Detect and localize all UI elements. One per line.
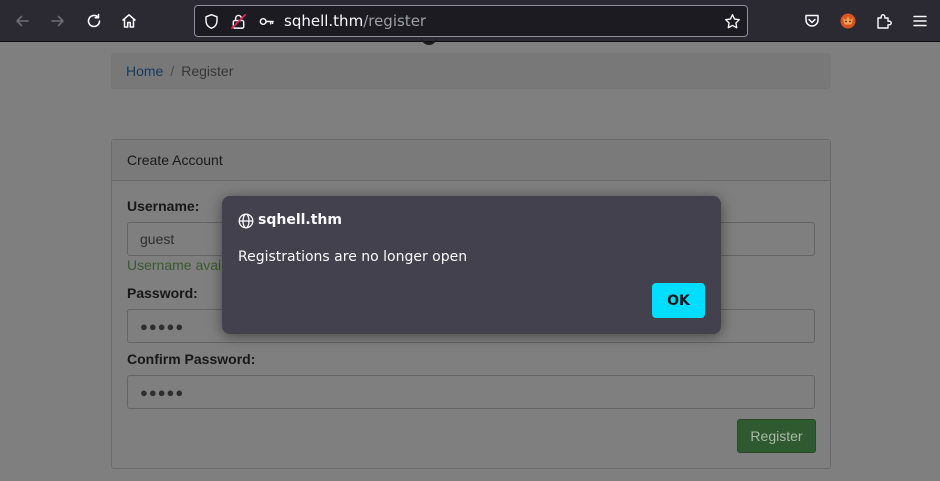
reload-button[interactable] <box>80 7 108 35</box>
panel-title: Create Account <box>112 140 830 181</box>
breadcrumb: Home / Register <box>111 53 831 89</box>
username-value: guest <box>140 231 175 247</box>
password-label: Password: <box>127 285 198 301</box>
url-host: sqhell.thm <box>284 12 364 30</box>
dialog-origin: sqhell.thm <box>258 212 342 228</box>
register-button[interactable]: Register <box>737 419 816 453</box>
url-text[interactable]: sqhell.thm/register <box>284 12 426 31</box>
username-label: Username: <box>127 198 200 214</box>
foxyproxy-extension-button[interactable] <box>834 7 862 35</box>
globe-icon <box>238 213 254 229</box>
arrow-left-icon <box>16 15 29 27</box>
breadcrumb-separator: / <box>170 63 175 79</box>
forward-button[interactable] <box>44 7 72 35</box>
puzzle-piece-icon <box>877 14 892 29</box>
address-bar[interactable]: sqhell.thm/register <box>194 5 748 37</box>
ok-button[interactable]: OK <box>652 283 705 318</box>
username-availability-text: Username avai <box>127 257 222 273</box>
url-path: /register <box>363 12 427 30</box>
insecure-lock-icon[interactable] <box>229 12 247 30</box>
fox-extension-icon <box>840 13 856 29</box>
key-icon[interactable] <box>257 12 275 30</box>
alert-dialog: sqhell.thm Registrations are no longer o… <box>222 196 721 334</box>
app-menu-button[interactable] <box>906 7 934 35</box>
breadcrumb-current: Register <box>181 63 234 79</box>
bookmark-star-icon[interactable] <box>723 12 741 30</box>
pocket-icon <box>805 14 819 27</box>
confirm-password-field[interactable]: ●●●●● <box>127 375 815 409</box>
confirm-password-label: Confirm Password: <box>127 351 256 367</box>
arrow-right-icon <box>51 15 64 27</box>
home-icon <box>122 14 136 28</box>
pocket-button[interactable] <box>798 7 826 35</box>
home-button[interactable] <box>115 7 143 35</box>
browser-toolbar: sqhell.thm/register <box>0 0 940 42</box>
page-heading-fragment <box>421 37 437 45</box>
dialog-message: Registrations are no longer open <box>238 249 468 265</box>
tracking-protection-shield-icon[interactable] <box>202 12 220 30</box>
password-value: ●●●●● <box>140 319 185 334</box>
confirm-password-value: ●●●●● <box>140 385 185 400</box>
reload-icon <box>87 13 101 28</box>
extensions-button[interactable] <box>870 7 898 35</box>
hamburger-menu-icon <box>913 15 927 27</box>
back-button[interactable] <box>8 7 36 35</box>
breadcrumb-home-link[interactable]: Home <box>126 63 163 79</box>
